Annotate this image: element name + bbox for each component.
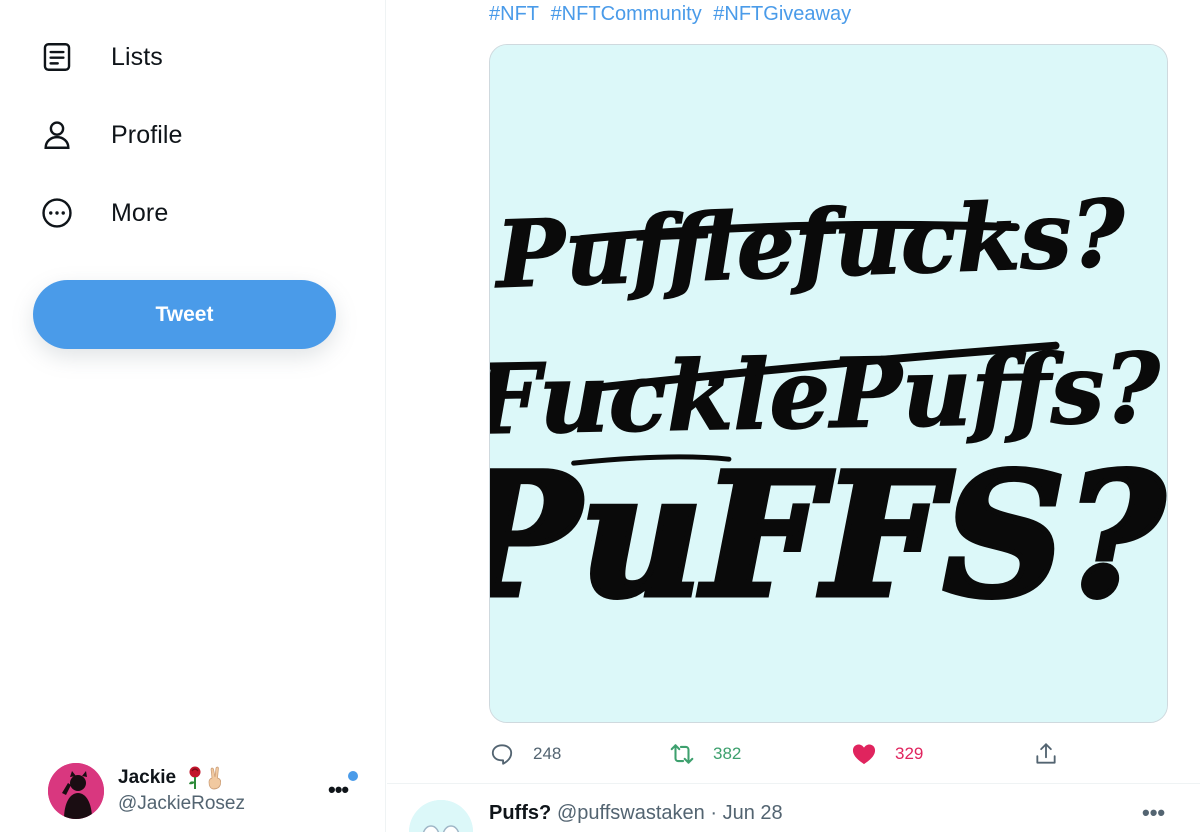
share-icon <box>1036 743 1056 764</box>
lists-icon <box>40 37 92 77</box>
tweet-image[interactable]: Pufflefucks? FucklePuffs? PuFFS? <box>489 44 1168 723</box>
meta-separator: · <box>710 802 718 824</box>
share-button[interactable] <box>1033 738 1059 770</box>
notification-dot <box>348 771 358 781</box>
account-name: Jackie <box>118 767 177 788</box>
heart-filled-icon <box>852 744 876 765</box>
image-text-line: Pufflefucks? <box>491 179 1128 309</box>
sidebar-item-lists[interactable]: Lists <box>40 29 163 85</box>
more-circle-icon <box>40 193 92 233</box>
name-emoji <box>185 765 231 796</box>
sidebar-item-profile[interactable]: Profile <box>40 107 183 163</box>
hashtag-link[interactable]: #NFTCommunity <box>551 3 702 25</box>
hashtag-link[interactable]: #NFT <box>489 3 539 25</box>
sidebar-item-label: Profile <box>111 120 183 149</box>
avatar[interactable] <box>409 800 473 832</box>
victory-hand-emoji <box>208 766 222 790</box>
timeline: #NFT #NFTCommunity #NFTGiveaway Pufflefu… <box>387 0 1200 832</box>
reply-button[interactable]: 248 <box>489 738 561 770</box>
retweet-icon <box>670 744 694 764</box>
sidebar-item-label: More <box>111 198 169 227</box>
reply-icon <box>491 744 513 765</box>
sidebar-item-more[interactable]: More <box>40 185 168 241</box>
next-tweet[interactable]: Puffs? @puffswastaken · Jun 28 ••• <box>387 784 1200 832</box>
author-name[interactable]: Puffs? <box>489 802 551 825</box>
tweet-actions: 248 382 329 <box>487 738 1077 770</box>
rose-emoji <box>189 766 201 789</box>
tweet-date[interactable]: Jun 28 <box>723 802 783 824</box>
retweet-count: 382 <box>713 744 742 763</box>
retweet-button[interactable]: 382 <box>669 738 741 770</box>
avatar <box>48 763 104 819</box>
like-button[interactable]: 329 <box>851 738 923 770</box>
image-text-line: PuFFS? <box>490 436 1166 635</box>
account-switcher[interactable]: Jackie @JackieRosez ••• <box>48 763 366 819</box>
author-meta: @puffswastaken · Jun 28 <box>557 802 783 825</box>
profile-icon <box>40 115 92 155</box>
reply-count: 248 <box>533 744 562 763</box>
tweet-hashtags: #NFT #NFTCommunity #NFTGiveaway <box>489 3 857 26</box>
tweet-more-icon[interactable]: ••• <box>1142 800 1165 826</box>
sidebar: Lists Profile More Tweet Jackie @JackieR… <box>0 0 386 832</box>
account-more-icon[interactable]: ••• <box>328 777 349 803</box>
hashtag-link[interactable]: #NFTGiveaway <box>713 3 851 25</box>
like-count: 329 <box>895 744 924 763</box>
account-handle: @JackieRosez <box>118 793 245 814</box>
author-handle[interactable]: @puffswastaken <box>557 802 705 824</box>
sidebar-item-label: Lists <box>111 42 163 71</box>
tweet-button[interactable]: Tweet <box>33 280 336 349</box>
